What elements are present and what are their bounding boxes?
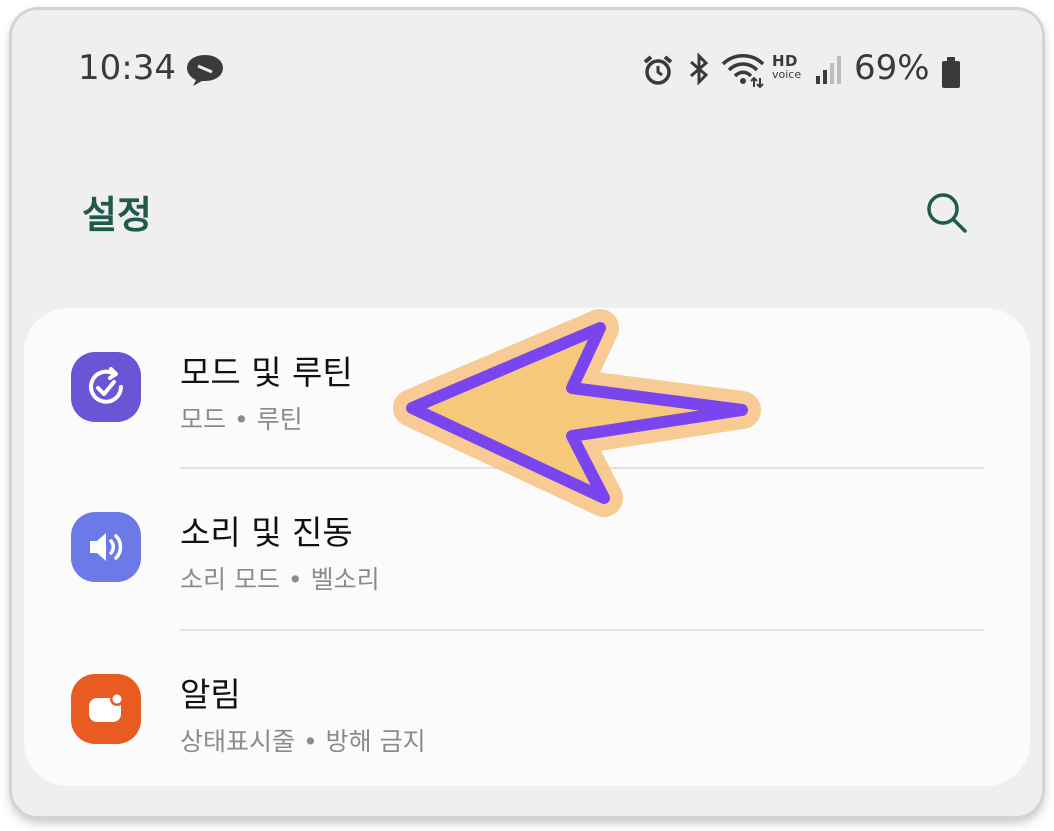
setting-subtitle: 모드 • 루틴 — [180, 405, 303, 434]
voice-label: voice — [772, 68, 802, 81]
status-time: 10:34 — [78, 48, 176, 88]
setting-title: 모드 및 루틴 — [180, 353, 353, 392]
setting-subtitle: 소리 모드 • 벨소리 — [180, 565, 380, 594]
search-button[interactable] — [922, 188, 972, 238]
status-icons: HD voice 69% — [642, 48, 982, 92]
signal-icon — [816, 56, 841, 84]
battery-icon — [942, 57, 960, 88]
modes-routines-icon — [71, 352, 141, 422]
phone-screen: 10:34 HD voice 69% 설정 모드 및 루틴 모드 • 루틴 소리… — [12, 10, 1042, 816]
chat-bubble-icon — [187, 55, 223, 86]
bluetooth-icon — [690, 52, 709, 86]
search-icon — [927, 193, 967, 233]
sound-icon — [71, 512, 141, 582]
pointer-arrow-icon — [393, 309, 761, 517]
hd-voice-indicator: HD voice — [772, 54, 812, 81]
hd-label: HD — [772, 52, 799, 70]
status-bar: 10:34 HD voice 69% — [12, 38, 1042, 98]
setting-title: 알림 — [180, 675, 241, 714]
setting-subtitle: 상태표시줄 • 방해 금지 — [180, 727, 426, 756]
battery-percentage: 69% — [854, 48, 930, 88]
wifi-icon — [721, 54, 765, 88]
notifications-icon — [71, 674, 141, 744]
alarm-icon — [643, 55, 673, 85]
setting-title: 소리 및 진동 — [180, 513, 353, 552]
setting-row-notifications[interactable]: 알림 상태표시줄 • 방해 금지 — [24, 630, 1030, 790]
page-title: 설정 — [82, 193, 152, 237]
